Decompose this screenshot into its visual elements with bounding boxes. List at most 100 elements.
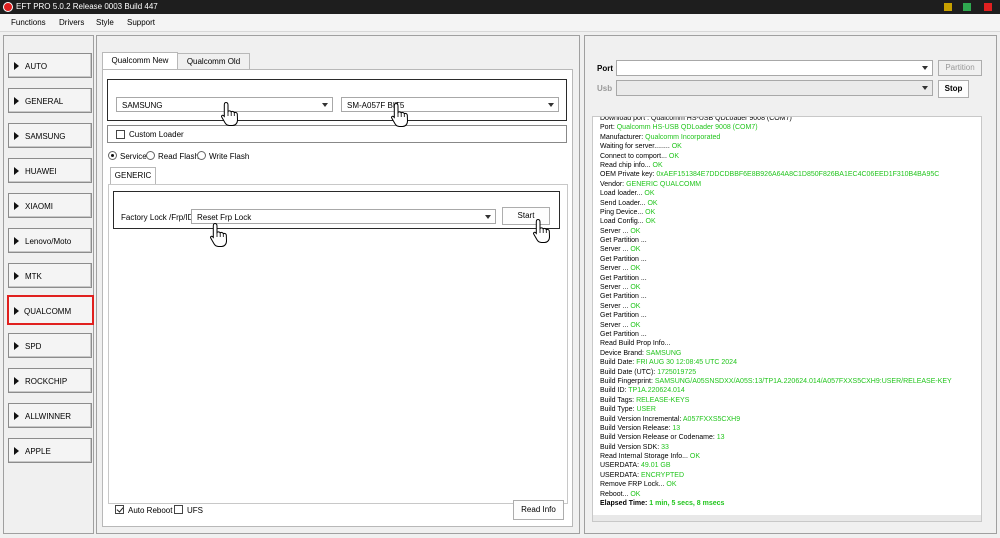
- menu-bar: Functions Drivers Style Support: [0, 14, 1000, 32]
- custom-loader-group: Custom Loader: [107, 125, 567, 143]
- log-line: Build Version Release or Codename: 13: [600, 433, 952, 442]
- log-text: USERDATA:: [600, 471, 641, 479]
- mode-radio-service[interactable]: [108, 151, 117, 160]
- log-line: Get Partition ...: [600, 236, 952, 245]
- chevron-down-icon: [922, 86, 928, 90]
- log-line: Server ... OK: [600, 245, 952, 254]
- log-line: Download port : Qualcomm HS-USB QDLoader…: [600, 117, 952, 123]
- app-logo-icon: [3, 2, 13, 12]
- sidebar-item-label: SAMSUNG: [25, 132, 66, 141]
- log-text: Build Version SDK:: [600, 443, 662, 451]
- sidebar-item-auto[interactable]: AUTO: [8, 53, 92, 78]
- sidebar-item-apple[interactable]: APPLE: [8, 438, 92, 463]
- log-line: Server ... OK: [600, 264, 952, 273]
- sidebar-item-rockchip[interactable]: ROCKCHIP: [8, 368, 92, 393]
- log-line: Server ... OK: [600, 283, 952, 292]
- expand-arrow-icon: [14, 447, 19, 455]
- close-button[interactable]: [984, 3, 992, 11]
- log-text: Server ...: [600, 265, 631, 273]
- frp-operation-select[interactable]: Reset Frp Lock: [191, 209, 496, 224]
- sidebar-item-xiaomi[interactable]: XIAOMI: [8, 193, 92, 218]
- minimize-button[interactable]: [944, 3, 952, 11]
- port-select[interactable]: [616, 60, 933, 76]
- sidebar-item-label: HUAWEI: [25, 167, 57, 176]
- usb-label: Usb: [597, 84, 613, 93]
- brand-sidebar: AUTO GENERAL SAMSUNG HUAWEI XIAOMI Lenov…: [3, 35, 94, 534]
- log-line: Build Version SDK: 33: [600, 443, 952, 452]
- log-line: Get Partition ...: [600, 255, 952, 264]
- sidebar-item-general[interactable]: GENERAL: [8, 88, 92, 113]
- sidebar-item-lenovo-moto[interactable]: Lenovo/Moto: [8, 228, 92, 253]
- sidebar-item-allwinner[interactable]: ALLWINNER: [8, 403, 92, 428]
- log-value: A057FXXS5CXH9: [682, 415, 741, 423]
- log-line: USERDATA: ENCRYPTED: [600, 471, 952, 480]
- log-value: TP1A.220624.014: [628, 387, 685, 395]
- read-info-button[interactable]: Read Info: [513, 500, 564, 520]
- log-value: SAMSUNG: [645, 349, 682, 357]
- log-value: OK: [645, 218, 656, 226]
- ufs-label: UFS: [187, 506, 203, 515]
- ufs-checkbox[interactable]: [174, 505, 183, 514]
- maximize-button[interactable]: [963, 3, 971, 11]
- log-text: Load Config...: [600, 218, 646, 226]
- sidebar-item-huawei[interactable]: HUAWEI: [8, 158, 92, 183]
- usb-select[interactable]: [616, 80, 933, 96]
- log-value: OK: [630, 246, 641, 254]
- log-text: Read chip info...: [600, 161, 653, 169]
- log-value: 13: [672, 424, 681, 432]
- log-line: Connect to comport... OK: [600, 152, 952, 161]
- auto-reboot-checkbox[interactable]: [115, 505, 124, 514]
- tab-qualcomm-new[interactable]: Qualcomm New: [102, 52, 178, 70]
- stop-button[interactable]: Stop: [938, 80, 969, 98]
- model-select[interactable]: SM-A057F BIT5: [341, 97, 559, 112]
- log-text: Waiting for server........: [600, 143, 672, 151]
- log-text: OEM Private key:: [600, 171, 657, 179]
- menu-style[interactable]: Style: [96, 18, 114, 27]
- mode-radio-write-flash[interactable]: [197, 151, 206, 160]
- custom-loader-label: Custom Loader: [129, 130, 184, 139]
- hand-cursor-icon: [221, 101, 239, 126]
- sidebar-item-label: MTK: [25, 272, 42, 281]
- log-text: Build Date (UTC):: [600, 368, 658, 376]
- mode-radio-read-flash[interactable]: [146, 151, 155, 160]
- qualcomm-panel: Qualcomm New Qualcomm Old SAMSUNG SM-A05…: [96, 35, 580, 534]
- expand-arrow-icon: [14, 167, 19, 175]
- log-value: OK: [689, 453, 701, 461]
- horizontal-scrollbar[interactable]: [593, 515, 981, 521]
- log-value: OK: [630, 302, 641, 310]
- sidebar-item-qualcomm[interactable]: QUALCOMM: [7, 295, 94, 325]
- log-line: Load loader... OK: [600, 189, 952, 198]
- menu-drivers[interactable]: Drivers: [59, 18, 84, 27]
- hand-cursor-icon: [210, 222, 228, 247]
- log-text: Reboot...: [600, 490, 631, 498]
- sidebar-item-samsung[interactable]: SAMSUNG: [8, 123, 92, 148]
- title-bar: EFT PRO 5.0.2 Release 0003 Build 447: [0, 0, 1000, 14]
- log-text: Build Date:: [600, 359, 637, 367]
- log-line: Load Config... OK: [600, 217, 952, 226]
- sidebar-item-mtk[interactable]: MTK: [8, 263, 92, 288]
- auto-reboot-label: Auto Reboot: [128, 506, 173, 515]
- log-line: Build Version Release: 13: [600, 424, 952, 433]
- menu-support[interactable]: Support: [127, 18, 155, 27]
- log-text: Get Partition ...: [600, 237, 647, 245]
- log-text: Manufacturer:: [600, 133, 646, 141]
- partition-button[interactable]: Partition: [938, 60, 982, 76]
- custom-loader-checkbox[interactable]: [116, 130, 125, 139]
- log-line: Build Tags: RELEASE-KEYS: [600, 396, 952, 405]
- tab-generic[interactable]: GENERIC: [110, 167, 156, 185]
- sidebar-item-spd[interactable]: SPD: [8, 333, 92, 358]
- expand-arrow-icon: [14, 237, 19, 245]
- sidebar-item-label: QUALCOMM: [24, 307, 72, 316]
- menu-functions[interactable]: Functions: [11, 18, 46, 27]
- log-value: 13: [716, 434, 725, 442]
- mode-label-write-flash: Write Flash: [209, 152, 250, 161]
- log-line: Ping Device... OK: [600, 208, 952, 217]
- sidebar-item-label: XIAOMI: [25, 202, 54, 211]
- log-value: OK: [647, 199, 658, 207]
- log-text: Ping Device...: [600, 208, 646, 216]
- sidebar-item-label: Lenovo/Moto: [25, 237, 72, 246]
- log-output[interactable]: Download port : Qualcomm HS-USB QDLoader…: [592, 116, 982, 522]
- log-line: Send Loader... OK: [600, 199, 952, 208]
- log-value: 49.01 GB: [640, 462, 671, 470]
- log-line: Build Version Incremental: A057FXXS5CXH9: [600, 415, 952, 424]
